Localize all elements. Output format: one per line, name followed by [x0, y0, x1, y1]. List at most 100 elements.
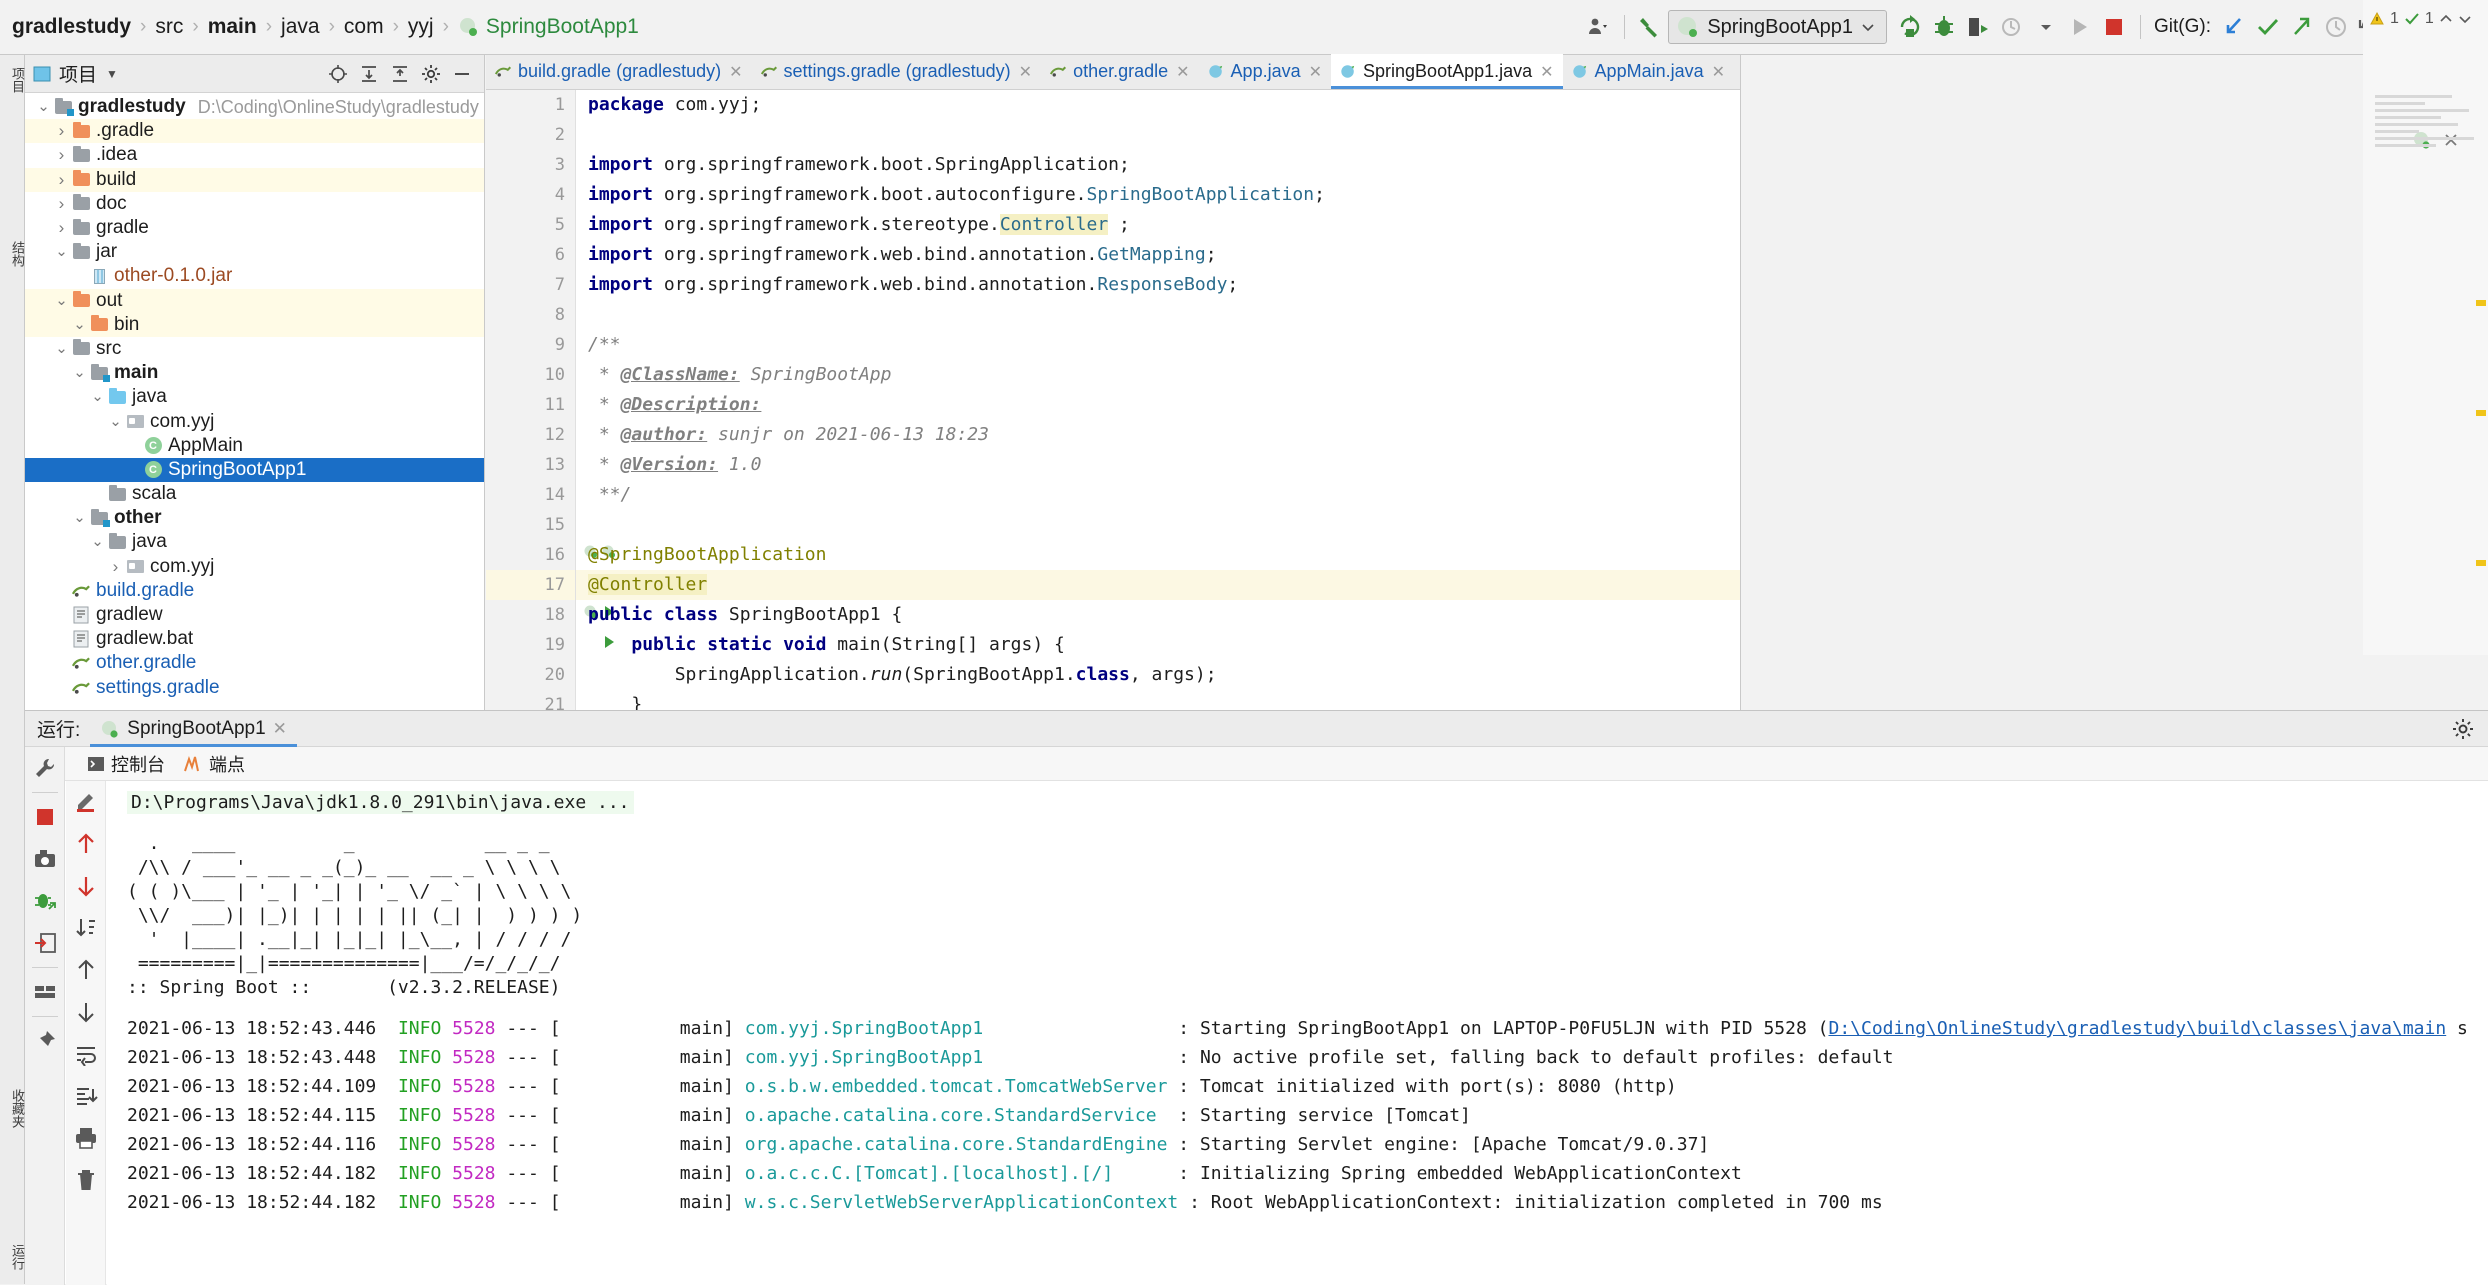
tree-node-other[interactable]: ⌄ other — [25, 506, 484, 530]
locate-icon[interactable] — [324, 60, 352, 88]
chevron-right-icon[interactable]: › — [53, 121, 70, 141]
gutter-line-14[interactable]: 14 — [486, 480, 575, 510]
git-push-icon[interactable] — [2285, 10, 2319, 44]
code-line-8[interactable] — [576, 300, 1740, 330]
tree-node-build[interactable]: › build — [25, 167, 484, 192]
gutter-line-19[interactable]: 19 — [486, 630, 614, 660]
chevron-down-icon[interactable]: ⌄ — [89, 534, 106, 549]
build-hammer-icon[interactable] — [1634, 10, 1668, 44]
gutter-line-2[interactable]: 2 — [486, 120, 575, 150]
stop-icon[interactable] — [25, 796, 65, 838]
close-icon[interactable]: ✕ — [1019, 62, 1032, 82]
console-output[interactable]: D:\Programs\Java\jdk1.8.0_291\bin\java.e… — [107, 781, 2488, 1285]
tree-node--idea[interactable]: › .idea — [25, 143, 484, 167]
tree-node-appmain[interactable]: C AppMain — [25, 434, 484, 458]
gutter-line-6[interactable]: 6 — [486, 240, 575, 270]
sort-down-icon[interactable] — [66, 907, 106, 949]
gutter-line-1[interactable]: 1 — [486, 90, 575, 120]
tree-node-gradlew[interactable]: gradlew — [25, 603, 484, 627]
trash-icon[interactable] — [66, 1159, 106, 1201]
tree-node-gradle[interactable]: › gradle — [25, 216, 484, 240]
tree-node-doc[interactable]: › doc — [25, 192, 484, 216]
editor-minimap[interactable] — [2375, 95, 2485, 225]
breadcrumb-item-com[interactable]: com — [344, 15, 384, 39]
tree-node-other-0-1-0-jar[interactable]: other-0.1.0.jar — [25, 264, 484, 288]
tree-node-main[interactable]: ⌄ main — [25, 361, 484, 385]
code-line-12[interactable]: * @author: sunjr on 2021-06-13 18:23 — [576, 420, 1740, 450]
code-line-13[interactable]: * @Version: 1.0 — [576, 450, 1740, 480]
tree-node-settings-gradle[interactable]: settings.gradle — [25, 676, 484, 700]
tree-node-jar[interactable]: ⌄ jar — [25, 240, 484, 264]
breadcrumb-item-main[interactable]: main — [208, 15, 257, 39]
close-icon[interactable]: ✕ — [1176, 62, 1189, 82]
editor-tab-settings-gradle-gradlestudy-[interactable]: settings.gradle (gradlestudy) ✕ — [752, 54, 1042, 89]
close-icon[interactable]: ✕ — [1712, 62, 1725, 82]
code-line-4[interactable]: import org.springframework.boot.autoconf… — [576, 180, 1740, 210]
code-line-16[interactable]: @SpringBootApplication — [576, 540, 1740, 570]
export-icon[interactable] — [25, 922, 65, 964]
editor-gutter[interactable]: 1 2 3 4 5 6 7 8 9 10 11 12 13 14 15 16 17 18 19 20 21 — [486, 90, 615, 710]
code-line-2[interactable] — [576, 120, 1740, 150]
expand-all-icon[interactable] — [355, 60, 383, 88]
chevron-down-icon[interactable]: ⌄ — [53, 341, 70, 356]
chevron-down-icon[interactable] — [2458, 12, 2472, 26]
debug-icon[interactable] — [1927, 10, 1961, 44]
code-line-7[interactable]: import org.springframework.web.bind.anno… — [576, 270, 1740, 300]
log-path-link[interactable]: D:\Coding\OnlineStudy\gradlestudy\build\… — [1828, 1018, 2446, 1039]
code-line-6[interactable]: import org.springframework.web.bind.anno… — [576, 240, 1740, 270]
hide-panel-icon[interactable] — [448, 60, 476, 88]
tree-node-scala[interactable]: scala — [25, 482, 484, 506]
gutter-line-16[interactable]: 16 — [486, 540, 615, 570]
editor-tab-bar[interactable]: build.gradle (gradlestudy) ✕ settings.grad… — [486, 54, 1740, 90]
close-icon[interactable]: ✕ — [729, 62, 742, 82]
chevron-down-icon[interactable]: ▼ — [106, 67, 118, 81]
chevron-right-icon[interactable]: › — [53, 170, 70, 190]
layout-icon[interactable] — [25, 971, 65, 1013]
gutter-line-17[interactable]: 17 — [486, 570, 575, 600]
breadcrumb-item-yyj[interactable]: yyj — [408, 15, 434, 39]
editor-tab-appmain-java[interactable]: AppMain.java ✕ — [1563, 54, 1734, 89]
chevron-right-icon[interactable]: › — [53, 218, 70, 238]
code-line-3[interactable]: import org.springframework.boot.SpringAp… — [576, 150, 1740, 180]
run-icon[interactable] — [2063, 10, 2097, 44]
breadcrumb-item-gradlestudy[interactable]: gradlestudy — [12, 15, 131, 39]
gutter-line-7[interactable]: 7 — [486, 270, 575, 300]
code-editor[interactable]: 1 2 3 4 5 6 7 8 9 10 11 12 13 14 15 16 17 18 19 20 21 packag… — [486, 90, 1740, 710]
tree-node-out[interactable]: ⌄ out — [25, 288, 484, 313]
down-red-icon[interactable] — [66, 865, 106, 907]
chevron-down-icon[interactable]: ⌄ — [35, 99, 52, 114]
run-with-coverage-icon[interactable] — [1961, 10, 1995, 44]
close-icon[interactable]: ✕ — [273, 719, 287, 739]
chevron-down-icon[interactable]: ⌄ — [107, 414, 124, 429]
breadcrumb-item-springbootapp1[interactable]: SpringBootApp1 — [486, 15, 639, 39]
code-line-5[interactable]: import org.springframework.stereotype.Co… — [576, 210, 1740, 240]
highlight-icon[interactable] — [66, 781, 106, 823]
editor-tab-build-gradle-gradlestudy-[interactable]: build.gradle (gradlestudy) ✕ — [486, 54, 752, 89]
run-tab-springbootapp1[interactable]: SpringBootApp1 ✕ — [90, 711, 297, 747]
editor-code-lines[interactable]: package com.yyj; import org.springframew… — [576, 90, 1740, 710]
inspection-summary[interactable]: 1 1 — [2363, 0, 2488, 28]
run-subtab-bar[interactable]: 控制台 端点 — [25, 747, 2488, 781]
stop-icon[interactable] — [2097, 10, 2131, 44]
chevron-right-icon[interactable]: › — [53, 194, 70, 214]
chevron-down-icon[interactable] — [2029, 10, 2063, 44]
code-line-10[interactable]: * @ClassName: SpringBootApp — [576, 360, 1740, 390]
editor-tab-springbootapp1-java[interactable]: SpringBootApp1.java ✕ — [1331, 54, 1563, 89]
chevron-right-icon[interactable]: › — [107, 557, 124, 577]
code-line-1[interactable]: package com.yyj; — [576, 90, 1740, 120]
settings-gear-icon[interactable] — [417, 60, 445, 88]
editor-tab-other-gradle[interactable]: other.gradle ✕ — [1041, 54, 1198, 89]
gutter-line-4[interactable]: 4 — [486, 180, 575, 210]
tree-node-src[interactable]: ⌄ src — [25, 337, 484, 361]
tree-node-springbootapp1[interactable]: C SpringBootApp1 — [25, 457, 484, 482]
rerun-icon[interactable] — [1893, 10, 1927, 44]
tree-node-gradlestudy[interactable]: ⌄ gradlestudy D:\Coding\OnlineStudy\gradle… — [25, 95, 484, 119]
pin-icon[interactable] — [25, 1020, 65, 1062]
gutter-line-15[interactable]: 15 — [486, 510, 575, 540]
code-line-9[interactable]: /** — [576, 330, 1740, 360]
tree-node-gradlew-bat[interactable]: gradlew.bat — [25, 627, 484, 651]
code-line-17[interactable]: @Controller — [576, 570, 1740, 600]
tree-node--gradle[interactable]: › .gradle — [25, 119, 484, 144]
code-line-18[interactable]: public class SpringBootApp1 { — [576, 600, 1740, 630]
soft-wrap-icon[interactable] — [66, 1033, 106, 1075]
